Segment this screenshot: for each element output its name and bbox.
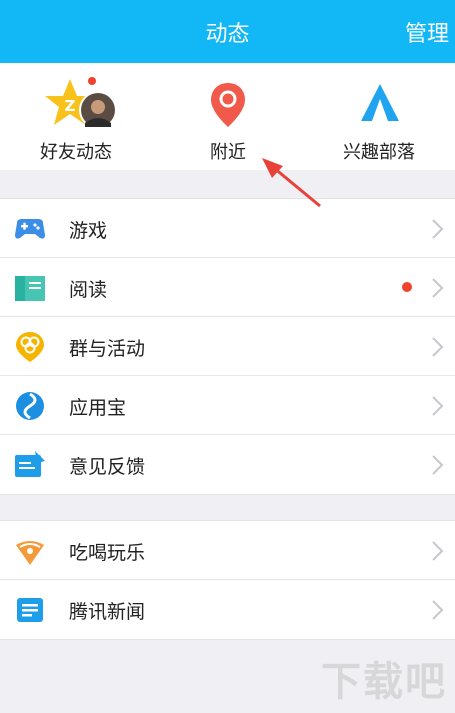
list-item-label: 腾讯新闻 xyxy=(69,601,146,623)
news-icon xyxy=(17,598,43,622)
list-item-label: 意见反馈 xyxy=(69,456,146,478)
feedback-icon xyxy=(15,451,45,477)
friend-feed-label: 好友动态 xyxy=(40,142,112,163)
list-item-app-store[interactable]: 应用宝 xyxy=(0,376,455,435)
group-activity-icon xyxy=(16,332,44,362)
book-icon xyxy=(15,276,45,301)
quick-entry-bar: Z 好友动态 附近 兴趣部落 xyxy=(0,63,455,170)
list-item-game[interactable]: 游戏 xyxy=(0,199,455,258)
friend-feed-icon: Z xyxy=(45,77,117,129)
svg-text:Z: Z xyxy=(65,97,76,115)
list-item-label: 吃喝玩乐 xyxy=(69,542,146,564)
nearby-label: 附近 xyxy=(210,142,246,163)
list-item-label: 应用宝 xyxy=(69,397,127,419)
chevron-right-icon xyxy=(432,455,444,475)
app-store-icon xyxy=(16,392,44,420)
notification-dot xyxy=(402,282,412,292)
list-item-feedback[interactable]: 意见反馈 xyxy=(0,435,455,494)
location-pin-icon xyxy=(211,83,245,127)
service-list-1: 游戏 阅读 群与活动 应用宝 意见反馈 xyxy=(0,198,455,495)
food-fun-icon xyxy=(16,541,44,565)
service-list-2: 吃喝玩乐 腾讯新闻 xyxy=(0,520,455,640)
friend-feed-entry[interactable]: Z 好友动态 xyxy=(0,63,152,170)
list-item-food-fun[interactable]: 吃喝玩乐 xyxy=(0,521,455,580)
chevron-right-icon xyxy=(432,396,444,416)
interest-tribe-entry[interactable]: 兴趣部落 xyxy=(303,63,455,170)
list-item-group-activity[interactable]: 群与活动 xyxy=(0,317,455,376)
chevron-right-icon xyxy=(432,219,444,239)
chevron-right-icon xyxy=(432,337,444,357)
manage-button[interactable]: 管理 xyxy=(405,16,449,48)
gamepad-icon xyxy=(15,219,45,239)
watermark: 下载吧 xyxy=(321,659,447,705)
list-item-label: 群与活动 xyxy=(69,338,146,360)
page-title: 动态 xyxy=(205,22,250,47)
list-item-reading[interactable]: 阅读 xyxy=(0,258,455,317)
chevron-right-icon xyxy=(432,600,444,620)
nearby-entry[interactable]: 附近 xyxy=(152,63,304,170)
list-item-label: 阅读 xyxy=(69,279,108,301)
chevron-right-icon xyxy=(432,541,444,561)
title-bar: 动态 管理 xyxy=(0,0,455,63)
chevron-right-icon xyxy=(432,278,444,298)
list-item-tencent-news[interactable]: 腾讯新闻 xyxy=(0,580,455,639)
interest-tribe-label: 兴趣部落 xyxy=(343,142,415,163)
tent-icon xyxy=(361,84,399,121)
list-item-label: 游戏 xyxy=(69,220,108,242)
